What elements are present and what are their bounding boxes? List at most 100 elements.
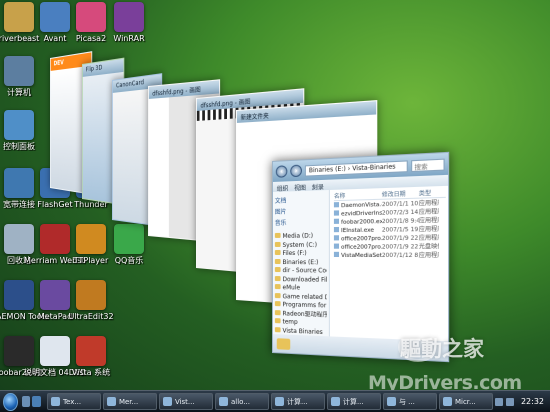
desktop-icon[interactable]: 控制面板 [0,110,50,151]
navigation-pane: 文档 图片 音乐 Media (D:) System (C:) Files (F:)… [273,190,330,336]
favorite-link[interactable]: 文档 [275,194,327,205]
taskbar-button-label: 与 ... [399,397,415,407]
file-type: 应用程序 [419,217,439,226]
tree-item-label: temp [283,318,298,326]
taskbar-button[interactable]: 计算... [271,393,325,410]
search-input[interactable]: 搜索 [411,158,445,171]
file-date: 2007/1/12 8:03 [382,252,419,261]
favorite-link[interactable]: 图片 [275,206,327,216]
file-icon [334,219,339,224]
folder-icon [275,327,281,332]
taskbar-button[interactable]: Tex... [47,393,101,410]
tree-item[interactable]: Binaries (E:) [275,259,327,268]
file-type: 应用程序 [419,225,439,234]
tree-item-label: dir - Source Code - dir [283,267,327,275]
desktop-icon-label: 控制面板 [0,142,50,151]
taskbar-button-label: Tex... [63,398,81,406]
ultraedit-icon [76,280,106,310]
favorite-link[interactable]: 音乐 [275,217,327,227]
desktop-icon[interactable]: 计算机 [0,56,50,97]
taskbar-button[interactable]: Mer... [103,393,157,410]
tree-item-label: System (C:) [283,241,317,248]
folder-icon [275,310,281,315]
file-type: 应用程序 [419,208,439,217]
taskbar-button[interactable]: allo... [215,393,269,410]
desktop-icon[interactable]: UltraEdit32 [60,280,122,321]
app-icon [387,397,396,406]
winrar-icon [114,2,144,32]
watermark-brand: 驅動之家 [400,333,484,363]
taskbar: Tex... Mer... Vist... allo... 计算... 计算... 与 ..… [0,390,550,412]
network-icon[interactable] [495,398,503,406]
system-tray: 22:32 [495,397,550,406]
file-icon [334,244,339,249]
explorer-window[interactable]: ‹ › Binaries (E:) › Vista-Binaries 搜索 组织… [272,152,449,362]
toolbar-views[interactable]: 视图 [294,183,306,190]
taskbar-button-label: allo... [231,398,250,406]
file-type: 应用程序 [419,234,439,243]
folder-icon [275,267,281,272]
file-name-text: DaemonVista.exe [341,202,382,210]
folder-icon [275,293,281,298]
taskbar-button[interactable]: Vist... [159,393,213,410]
tree-item[interactable]: Media (D:) [275,232,327,241]
tree-item-label: Programms for Reinstall [283,301,327,310]
file-row[interactable]: office2007pro.chs.img 2007/1/9 22:18 光盘映像 [334,243,446,252]
folder-icon [275,284,281,289]
start-orb-icon[interactable] [3,393,18,411]
file-row[interactable]: VistaMediaSetup.exe 2007/1/12 8:03 应用程序 [334,252,446,261]
folder-icon [275,241,281,246]
file-icon [334,202,339,207]
back-icon[interactable]: ‹ [276,165,288,178]
desktop-icon-label: 计算机 [0,88,50,97]
qq-music-icon [114,224,144,254]
file-type: 应用程序 [419,252,439,261]
folder-icon [277,338,290,350]
file-icon [334,252,339,257]
folder-icon [275,301,281,306]
address-bar[interactable]: Binaries (E:) › Vista-Binaries [305,160,408,176]
control-panel-icon [4,110,34,140]
toolbar-burn[interactable]: 刻录 [312,182,324,189]
file-name-text: VistaMediaSetup.exe [341,253,382,259]
app-icon [443,397,452,406]
computer-icon [4,56,34,86]
desktop-icon[interactable]: Vista 系统 [60,336,122,377]
taskbar-button-label: Vist... [175,398,195,406]
tree-item-label: Binaries (E:) [283,259,319,266]
tree-item[interactable]: Files (F:) [275,250,327,259]
shortcut-icon [76,336,106,366]
taskbar-button-label: Mer... [119,398,138,406]
file-name-text: office2007pro.exe [341,236,382,243]
desktop-icon-label: WinRAR [98,34,160,43]
app-icon [163,397,172,406]
column-type[interactable]: 类型 [419,188,439,197]
taskbar-button[interactable]: Micr... [439,393,493,410]
folder-icon [275,259,281,264]
clock[interactable]: 22:32 [521,397,544,406]
tree-item[interactable]: System (C:) [275,241,327,250]
desktop-icon-label: UltraEdit32 [60,312,122,321]
column-name[interactable]: 名称 [334,190,382,200]
taskbar-button[interactable]: 与 ... [383,393,437,410]
taskbar-button[interactable]: 计算... [327,393,381,410]
folder-icon [275,318,281,323]
file-name-text: foobar2000.exe [341,219,382,226]
desktop-icon-label: Vista 系统 [60,368,122,377]
flip3d-icon[interactable] [32,396,41,407]
volume-icon[interactable] [506,398,514,406]
app-icon [51,397,60,406]
desktop-icon[interactable]: WinRAR [98,2,160,43]
folder-icon [275,233,281,238]
app-icon [219,397,228,406]
tree-item-label: Media (D:) [283,232,314,239]
column-date[interactable]: 修改日期 [382,189,419,199]
file-date: 2007/1/9 22:14 [382,234,419,243]
show-desktop-icon[interactable] [22,396,31,407]
file-icon [334,210,339,215]
file-name-text: ezvidDriverInstaller.exe [341,210,382,218]
file-name: office2007pro.chs.img [334,243,382,252]
toolbar-organize[interactable]: 组织 [277,183,289,189]
file-list: 名称 修改日期 类型 DaemonVista.exe 2007/1/1 10:27… [332,186,448,342]
forward-icon[interactable]: › [290,165,302,178]
